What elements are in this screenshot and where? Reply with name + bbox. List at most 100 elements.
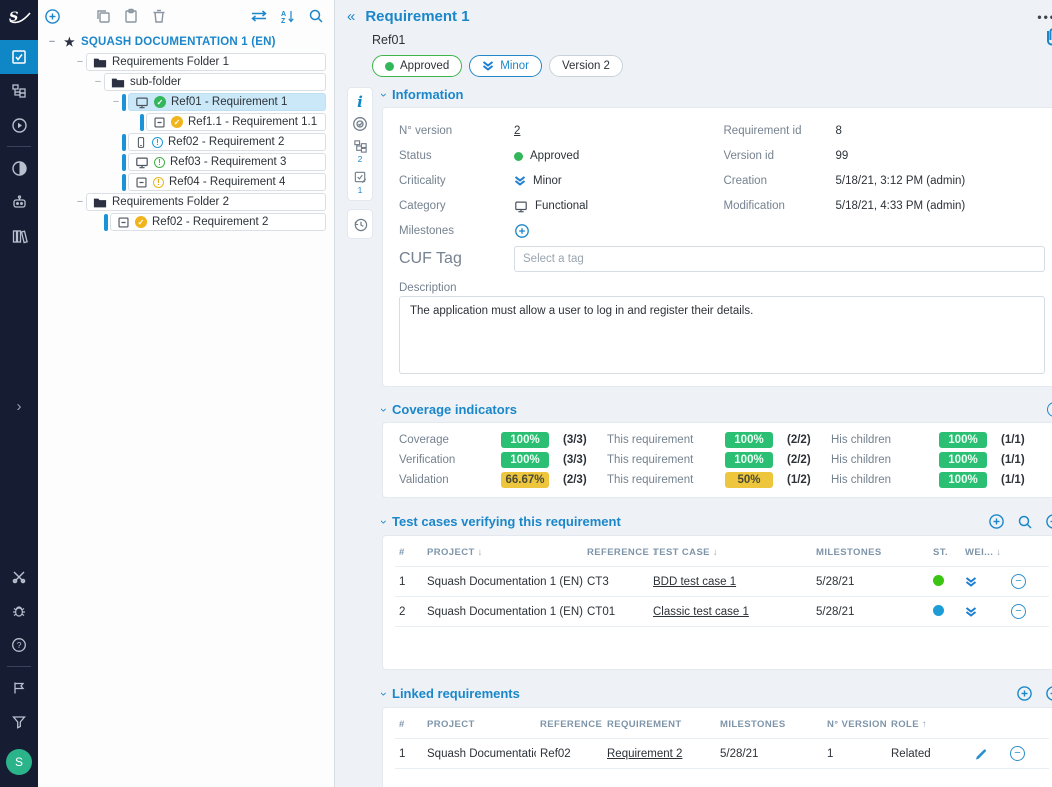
paperclip-icon <box>1042 26 1052 48</box>
test-cases-section-header: › Test cases verifying this requirement <box>382 513 1052 530</box>
test-case-link[interactable]: BDD test case 1 <box>653 576 736 588</box>
nav-milestone-flag-icon[interactable] <box>0 671 38 705</box>
col-reference[interactable]: REFERENCE <box>583 538 649 567</box>
coverage-badge: 100% <box>501 452 549 468</box>
collapse-icon[interactable]: − <box>110 96 122 108</box>
collapse-section-icon[interactable]: › <box>377 93 391 97</box>
paste-icon[interactable] <box>123 8 139 24</box>
field-label: Criticality <box>399 170 514 192</box>
anchor-test-cases-icon[interactable]: 2 <box>349 135 371 166</box>
search-icon[interactable] <box>308 8 324 24</box>
test-cases-table: # PROJECT REFERENCE TEST CASE MILESTONES… <box>395 538 1049 627</box>
col-reference[interactable]: REFERENCE <box>536 710 603 739</box>
col-version[interactable]: N° VERSION <box>823 710 887 739</box>
link-requirement-icon[interactable] <box>1016 685 1033 702</box>
category-mobile-icon <box>135 136 147 149</box>
collapse-icon[interactable]: − <box>74 196 86 208</box>
coverage-card: Coverage 100% (3/3) This requirement 100… <box>382 422 1052 498</box>
anchor-information-icon[interactable]: i <box>349 91 371 112</box>
delete-icon[interactable] <box>151 8 167 24</box>
table-row: 1 Squash Documentation 1 ... Ref02 Requi… <box>395 739 1049 769</box>
execution-status-dot <box>933 575 944 586</box>
tree-node-ref02-requirement-2b[interactable]: ✓ Ref02 - Requirement 2 <box>38 212 334 232</box>
collapse-section-icon[interactable]: › <box>377 692 391 696</box>
attachments-button[interactable]: 1 <box>1042 26 1052 48</box>
add-milestone-icon[interactable] <box>514 223 530 239</box>
status-pill: Approved <box>372 55 462 77</box>
tree-node-ref03-requirement-3[interactable]: ! Ref03 - Requirement 3 <box>38 152 334 172</box>
nav-expand-icon[interactable]: › <box>17 393 22 421</box>
nav-automation-icon[interactable] <box>0 185 38 219</box>
coverage-badge: 100% <box>939 472 987 488</box>
collapse-icon[interactable]: − <box>92 76 104 88</box>
anchor-history-icon[interactable] <box>349 213 371 235</box>
collapse-icon[interactable]: − <box>46 36 58 48</box>
collapse-section-icon[interactable]: › <box>377 408 391 412</box>
tree-node-ref01-requirement-1[interactable]: − ✓ Ref01 - Requirement 1 <box>38 92 334 112</box>
anchor-coverage-icon[interactable] <box>349 112 371 135</box>
squash-logo-icon: S <box>6 8 32 26</box>
sort-icon[interactable]: AZ <box>280 9 296 24</box>
nav-test-cases-icon[interactable] <box>0 74 38 108</box>
edit-role-icon[interactable] <box>974 747 1002 761</box>
tree-node-ref02-requirement-2[interactable]: ! Ref02 - Requirement 2 <box>38 132 334 152</box>
collapse-section-icon[interactable]: › <box>377 520 391 524</box>
tree-node-ref04-requirement-4[interactable]: ! Ref04 - Requirement 4 <box>38 172 334 192</box>
status-under-review-icon: ! <box>153 177 164 188</box>
tree-node-ref1-1-requirement-1-1[interactable]: ✓ Ref1.1 - Requirement 1.1 <box>38 112 334 132</box>
link-test-case-icon[interactable] <box>988 513 1005 530</box>
tree-node-sub-folder[interactable]: − sub-folder <box>38 72 334 92</box>
tree-project-node[interactable]: − ★ SQUASH DOCUMENTATION 1 (EN) <box>38 32 334 52</box>
swap-panel-icon[interactable] <box>250 9 268 23</box>
col-project[interactable]: PROJECT <box>423 538 583 567</box>
col-milestones[interactable]: MILESTONES <box>716 710 823 739</box>
anchor-linked-requirements-icon[interactable]: 1 <box>349 166 371 197</box>
nav-reporting-icon[interactable] <box>0 151 38 185</box>
nav-filter-icon[interactable] <box>0 705 38 739</box>
unlink-requirement-icon[interactable] <box>1045 685 1052 702</box>
version-number-link[interactable]: 2 <box>514 125 520 137</box>
criticality-value[interactable]: Minor <box>514 170 724 192</box>
description-editor[interactable]: The application must allow a user to log… <box>399 296 1045 374</box>
col-requirement[interactable]: REQUIREMENT <box>603 710 716 739</box>
col-status[interactable]: ST. <box>929 538 961 567</box>
status-value[interactable]: Approved <box>514 145 724 167</box>
field-label: Version id <box>724 145 836 167</box>
nav-library-icon[interactable] <box>0 219 38 253</box>
unlink-row-icon[interactable]: − <box>1011 604 1026 619</box>
unlink-row-icon[interactable]: − <box>1010 746 1025 761</box>
svg-text:Z: Z <box>281 18 286 24</box>
collapse-icon[interactable]: − <box>74 56 86 68</box>
category-undefined-icon <box>117 216 130 229</box>
category-value[interactable]: Functional <box>514 195 724 217</box>
create-node-icon[interactable] <box>44 8 61 25</box>
col-project[interactable]: PROJECT <box>423 710 536 739</box>
unlink-test-case-icon[interactable] <box>1045 513 1052 530</box>
nav-requirements-icon[interactable] <box>0 40 38 74</box>
category-functional-icon <box>135 156 149 169</box>
requirement-link[interactable]: Requirement 2 <box>607 748 682 760</box>
nav-campaigns-icon[interactable] <box>0 108 38 142</box>
unlink-row-icon[interactable]: − <box>1011 574 1026 589</box>
collapse-panel-icon[interactable]: « <box>347 8 355 25</box>
col-test-case[interactable]: TEST CASE <box>649 538 812 567</box>
copy-icon[interactable] <box>95 8 111 24</box>
more-actions-icon[interactable]: ••• <box>1037 10 1052 24</box>
category-undefined-icon <box>135 176 148 189</box>
user-avatar[interactable]: S <box>6 749 32 775</box>
tree-node-folder-1[interactable]: − Requirements Folder 1 <box>38 52 334 72</box>
nav-tools-icon[interactable] <box>0 560 38 594</box>
col-milestones[interactable]: MILESTONES <box>812 538 929 567</box>
test-case-link[interactable]: Classic test case 1 <box>653 606 749 618</box>
col-weight[interactable]: WEI... <box>961 538 1007 567</box>
milestone-bar <box>122 154 126 171</box>
cuf-tag-input[interactable] <box>514 246 1045 272</box>
help-icon[interactable]: ? <box>1047 402 1052 417</box>
nav-bug-icon[interactable] <box>0 594 38 628</box>
project-name: SQUASH DOCUMENTATION 1 (EN) <box>81 36 276 48</box>
version-id-value: 99 <box>836 145 1046 167</box>
search-test-case-icon[interactable] <box>1017 514 1033 530</box>
tree-node-folder-2[interactable]: − Requirements Folder 2 <box>38 192 334 212</box>
nav-help-icon[interactable]: ? <box>0 628 38 662</box>
col-role[interactable]: ROLE <box>887 710 970 739</box>
